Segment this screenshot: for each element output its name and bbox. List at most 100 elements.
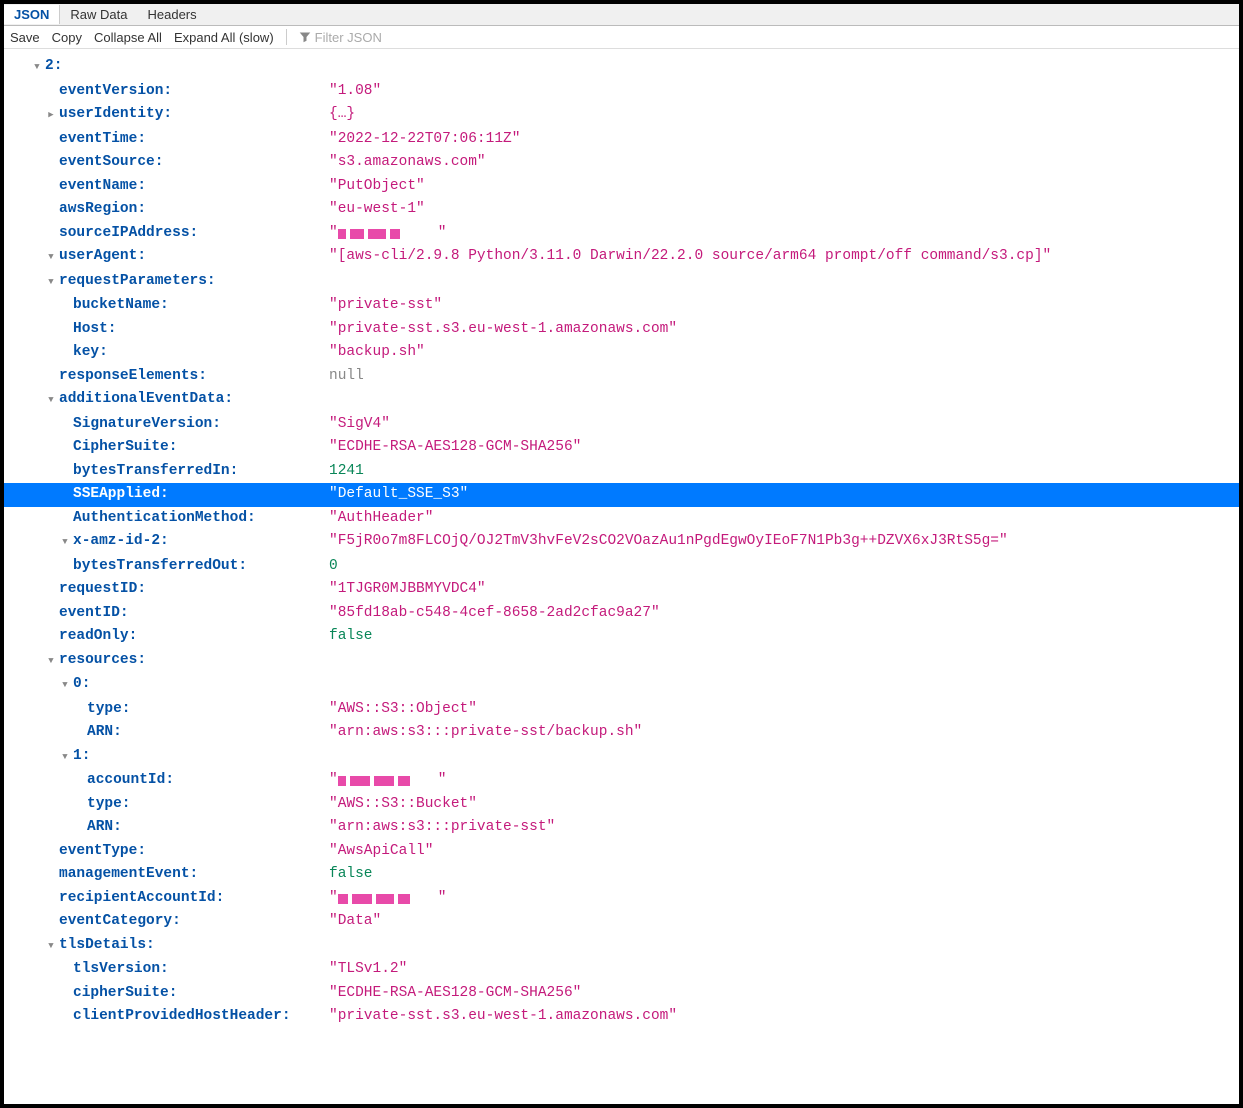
node-eventCategory[interactable]: eventCategory:"Data" [4,910,1239,934]
node-clientProvidedHostHeader[interactable]: clientProvidedHostHeader:"private-sst.s3… [4,1005,1239,1029]
node-SignatureVersion[interactable]: SignatureVersion:"SigV4" [4,413,1239,437]
value: "PutObject" [329,175,425,199]
value: "SigV4" [329,413,390,437]
node-eventTime[interactable]: eventTime:"2022-12-22T07:06:11Z" [4,128,1239,152]
node-sourceIPAddress[interactable]: sourceIPAddress:"" [4,222,1239,246]
node-x-amz-id-2[interactable]: ▼x-amz-id-2:"F5jR0o7m8FLCOjQ/OJ2TmV3hvFe… [4,530,1239,555]
toggle-icon[interactable]: ▼ [46,389,56,413]
save-button[interactable]: Save [10,30,40,45]
toggle-icon[interactable]: ▼ [60,674,70,698]
value: "s3.amazonaws.com" [329,151,486,175]
value: "eu-west-1" [329,198,425,222]
value: "AuthHeader" [329,507,433,531]
toggle-icon[interactable]: ▼ [46,246,56,270]
node-eventName[interactable]: eventName:"PutObject" [4,175,1239,199]
value: "arn:aws:s3:::private-sst" [329,816,555,840]
node-Host[interactable]: Host:"private-sst.s3.eu-west-1.amazonaws… [4,318,1239,342]
filter-input[interactable] [315,30,435,45]
node-resources-1-type[interactable]: type:"AWS::S3::Bucket" [4,793,1239,817]
json-viewer: JSON Raw Data Headers Save Copy Collapse… [4,4,1239,1104]
value: "2022-12-22T07:06:11Z" [329,128,520,152]
collapse-all-button[interactable]: Collapse All [94,30,162,45]
value: "backup.sh" [329,341,425,365]
toggle-icon[interactable]: ▼ [32,56,42,80]
value: "private-sst.s3.eu-west-1.amazonaws.com" [329,318,677,342]
node-resources-0-ARN[interactable]: ARN:"arn:aws:s3:::private-sst/backup.sh" [4,721,1239,745]
toolbar-divider [286,29,287,45]
toggle-icon[interactable]: ▼ [60,746,70,770]
toggle-icon[interactable]: ▼ [46,650,56,674]
value: "1TJGR0MJBBMYVDC4" [329,578,486,602]
node-managementEvent[interactable]: managementEvent:false [4,863,1239,887]
node-tlsVersion[interactable]: tlsVersion:"TLSv1.2" [4,958,1239,982]
value: "85fd18ab-c548-4cef-8658-2ad2cfac9a27" [329,602,660,626]
tab-raw-data[interactable]: Raw Data [60,5,137,24]
value: "ECDHE-RSA-AES128-GCM-SHA256" [329,982,581,1006]
value: "[aws-cli/2.9.8 Python/3.11.0 Darwin/22.… [329,245,1051,269]
value: "TLSv1.2" [329,958,407,982]
value: false [329,863,373,887]
value: "arn:aws:s3:::private-sst/backup.sh" [329,721,642,745]
filter-wrap [299,30,435,45]
node-userIdentity[interactable]: ▶userIdentity:{…} [4,103,1239,128]
value: null [329,365,364,389]
node-resources-1-accountId[interactable]: accountId:"" [4,769,1239,793]
json-tree[interactable]: ▼2: eventVersion:"1.08" ▶userIdentity:{…… [4,49,1239,1035]
value: "AwsApiCall" [329,840,433,864]
node-key[interactable]: key:"backup.sh" [4,341,1239,365]
tab-headers[interactable]: Headers [137,5,206,24]
node-bytesTransferredIn[interactable]: bytesTransferredIn:1241 [4,460,1239,484]
node-eventType[interactable]: eventType:"AwsApiCall" [4,840,1239,864]
node-AuthenticationMethod[interactable]: AuthenticationMethod:"AuthHeader" [4,507,1239,531]
toolbar: Save Copy Collapse All Expand All (slow) [4,26,1239,49]
node-eventVersion[interactable]: eventVersion:"1.08" [4,80,1239,104]
value: "private-sst" [329,294,442,318]
expand-all-button[interactable]: Expand All (slow) [174,30,274,45]
node-recipientAccountId[interactable]: recipientAccountId:"" [4,887,1239,911]
node-SSEApplied[interactable]: SSEApplied:"Default_SSE_S3" [4,483,1239,507]
value: false [329,625,373,649]
node-resources-0[interactable]: ▼0: [4,673,1239,698]
node-resources-0-type[interactable]: type:"AWS::S3::Object" [4,698,1239,722]
value: "AWS::S3::Object" [329,698,477,722]
toggle-icon[interactable]: ▼ [46,271,56,295]
node-responseElements[interactable]: responseElements:null [4,365,1239,389]
node-additionalEventData[interactable]: ▼additionalEventData: [4,388,1239,413]
copy-button[interactable]: Copy [52,30,82,45]
node-awsRegion[interactable]: awsRegion:"eu-west-1" [4,198,1239,222]
toggle-icon[interactable]: ▶ [46,104,56,128]
node-eventSource[interactable]: eventSource:"s3.amazonaws.com" [4,151,1239,175]
value-redacted: "" [329,769,446,793]
toggle-icon[interactable]: ▼ [46,935,56,959]
value: {…} [329,103,355,127]
node-2[interactable]: ▼2: [4,55,1239,80]
node-readOnly[interactable]: readOnly:false [4,625,1239,649]
node-requestID[interactable]: requestID:"1TJGR0MJBBMYVDC4" [4,578,1239,602]
node-cipherSuite[interactable]: cipherSuite:"ECDHE-RSA-AES128-GCM-SHA256… [4,982,1239,1006]
node-eventID[interactable]: eventID:"85fd18ab-c548-4cef-8658-2ad2cfa… [4,602,1239,626]
view-tabs: JSON Raw Data Headers [4,4,1239,26]
node-resources-1[interactable]: ▼1: [4,745,1239,770]
node-resources-1-ARN[interactable]: ARN:"arn:aws:s3:::private-sst" [4,816,1239,840]
value: "Default_SSE_S3" [329,483,468,507]
value: "private-sst.s3.eu-west-1.amazonaws.com" [329,1005,677,1029]
toggle-icon[interactable]: ▼ [60,531,70,555]
node-requestParameters[interactable]: ▼requestParameters: [4,270,1239,295]
node-bucketName[interactable]: bucketName:"private-sst" [4,294,1239,318]
node-bytesTransferredOut[interactable]: bytesTransferredOut:0 [4,555,1239,579]
value-redacted: "" [329,222,446,246]
value: "1.08" [329,80,381,104]
value-redacted: "" [329,887,446,911]
value: "Data" [329,910,381,934]
node-userAgent[interactable]: ▼userAgent:"[aws-cli/2.9.8 Python/3.11.0… [4,245,1239,270]
value: "AWS::S3::Bucket" [329,793,477,817]
value: 1241 [329,460,364,484]
node-resources[interactable]: ▼resources: [4,649,1239,674]
value: 0 [329,555,338,579]
value: "F5jR0o7m8FLCOjQ/OJ2TmV3hvFeV2sCO2VOazAu… [329,530,1008,554]
value: "ECDHE-RSA-AES128-GCM-SHA256" [329,436,581,460]
filter-icon [299,31,311,43]
node-CipherSuite[interactable]: CipherSuite:"ECDHE-RSA-AES128-GCM-SHA256… [4,436,1239,460]
node-tlsDetails[interactable]: ▼tlsDetails: [4,934,1239,959]
tab-json[interactable]: JSON [4,5,60,24]
